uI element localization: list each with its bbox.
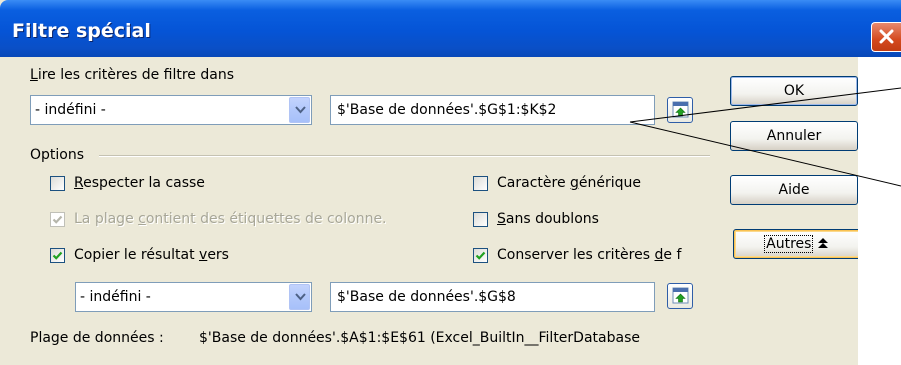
advanced-filter-dialog: Filtre spécial Lire les critères de filt… <box>0 0 901 365</box>
annotation-lines <box>629 87 901 187</box>
